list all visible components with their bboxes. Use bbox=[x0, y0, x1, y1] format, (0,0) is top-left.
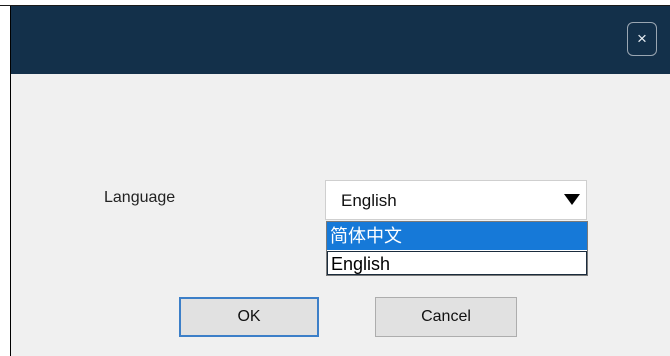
language-dropdown-list: 简体中文 English bbox=[326, 221, 588, 276]
dropdown-option-simplified-chinese[interactable]: 简体中文 bbox=[327, 222, 587, 250]
dropdown-option-english[interactable]: English bbox=[327, 251, 587, 275]
dialog-titlebar: × bbox=[11, 6, 670, 74]
language-select[interactable]: English bbox=[325, 180, 587, 220]
language-dialog: × Language English 简体中文 English OK Cance… bbox=[10, 6, 670, 356]
close-icon: × bbox=[637, 29, 647, 48]
close-button[interactable]: × bbox=[627, 22, 657, 56]
language-label: Language bbox=[104, 189, 176, 206]
triangle-down-icon bbox=[564, 194, 580, 205]
language-select-value: English bbox=[341, 191, 397, 210]
cancel-button[interactable]: Cancel bbox=[375, 297, 517, 337]
ok-button[interactable]: OK bbox=[179, 297, 319, 337]
